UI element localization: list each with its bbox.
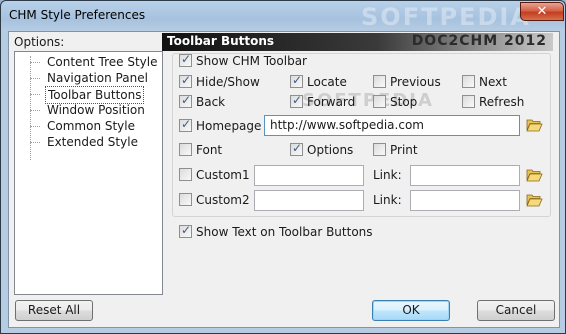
options-label: Options: — [14, 35, 65, 49]
checkbox-box[interactable] — [179, 73, 192, 88]
custom1-link-label: Link: — [373, 168, 402, 182]
checkbox-label: Custom2 — [196, 193, 250, 207]
checkbox-box[interactable] — [373, 95, 386, 108]
window-title: CHM Style Preferences — [9, 8, 146, 22]
custom2-link-label: Link: — [373, 193, 402, 207]
checkbox-label: Previous — [390, 75, 441, 89]
checkbox-box[interactable] — [290, 93, 303, 108]
checkbox-box[interactable] — [179, 117, 192, 132]
checkbox-box[interactable] — [462, 95, 475, 108]
cancel-button[interactable]: Cancel — [477, 300, 555, 321]
checkbox-box[interactable] — [290, 141, 303, 156]
dialog-client-area: Options: Content Tree Style Navigation P… — [8, 31, 560, 328]
homepage-url-input[interactable]: http://www.softpedia.com — [264, 115, 520, 136]
tree-connector — [30, 94, 40, 95]
checkbox-box[interactable] — [179, 223, 192, 238]
checkbox-box[interactable] — [179, 168, 192, 181]
open-folder-icon[interactable] — [526, 168, 543, 182]
checkbox-label: Font — [196, 143, 223, 157]
checkbox-label: Next — [479, 75, 507, 89]
brand-label: DOC2CHM 2012 — [411, 33, 547, 49]
title-bar[interactable]: CHM Style Preferences SOFTPEDIA ✕ — [1, 1, 566, 31]
custom1-link-input[interactable] — [410, 165, 520, 186]
checkbox-box[interactable] — [462, 75, 475, 88]
dialog-window: CHM Style Preferences SOFTPEDIA ✕ Option… — [0, 0, 566, 334]
checkbox-label: Print — [390, 143, 418, 157]
watermark-text: SOFTPEDIA — [361, 3, 531, 31]
checkbox-label: Locate — [307, 75, 347, 89]
ok-button[interactable]: OK — [372, 300, 450, 321]
custom2-name-input[interactable] — [254, 190, 364, 211]
tree-item-label: Extended Style — [47, 135, 138, 149]
checkbox-box[interactable] — [179, 143, 192, 156]
checkbox-label: Back — [196, 95, 226, 109]
checkbox-box[interactable] — [179, 93, 192, 108]
tree-item-label: Content Tree Style — [47, 55, 158, 69]
open-folder-icon[interactable] — [526, 118, 543, 132]
tree-connector — [30, 142, 40, 143]
checkbox-label: Forward — [307, 95, 356, 109]
open-folder-icon[interactable] — [526, 193, 543, 207]
close-button[interactable]: ✕ — [520, 2, 564, 21]
checkbox-box[interactable] — [373, 143, 386, 156]
tree-connector — [30, 62, 40, 63]
checkbox-label: Refresh — [479, 95, 525, 109]
options-tree[interactable]: Content Tree Style Navigation Panel Tool… — [14, 51, 163, 295]
close-icon: ✕ — [536, 4, 548, 19]
checkbox-box[interactable] — [373, 75, 386, 88]
panel-title: Toolbar Buttons — [167, 34, 275, 48]
tree-connector — [30, 110, 40, 111]
tree-item-label: Navigation Panel — [47, 71, 148, 85]
tree-item-label: Common Style — [47, 119, 136, 133]
tree-connector — [30, 78, 40, 79]
checkbox-label: Hide/Show — [196, 75, 260, 89]
checkbox-label: Homepage — [196, 119, 262, 133]
tree-connector — [30, 56, 31, 160]
tree-connector — [30, 126, 40, 127]
panel-header: Toolbar Buttons DOC2CHM 2012 — [162, 33, 553, 51]
reset-all-button[interactable]: Reset All — [15, 300, 93, 321]
checkbox-label: Stop — [390, 95, 418, 109]
checkbox-box[interactable] — [290, 73, 303, 88]
checkbox-label: Show Text on Toolbar Buttons — [196, 225, 373, 239]
custom1-name-input[interactable] — [254, 165, 364, 186]
tree-item-label: Window Position — [47, 103, 145, 117]
checkbox-label: Options — [307, 143, 354, 157]
custom2-link-input[interactable] — [410, 190, 520, 211]
checkbox-label: Custom1 — [196, 168, 250, 182]
checkbox-box[interactable] — [179, 193, 192, 206]
